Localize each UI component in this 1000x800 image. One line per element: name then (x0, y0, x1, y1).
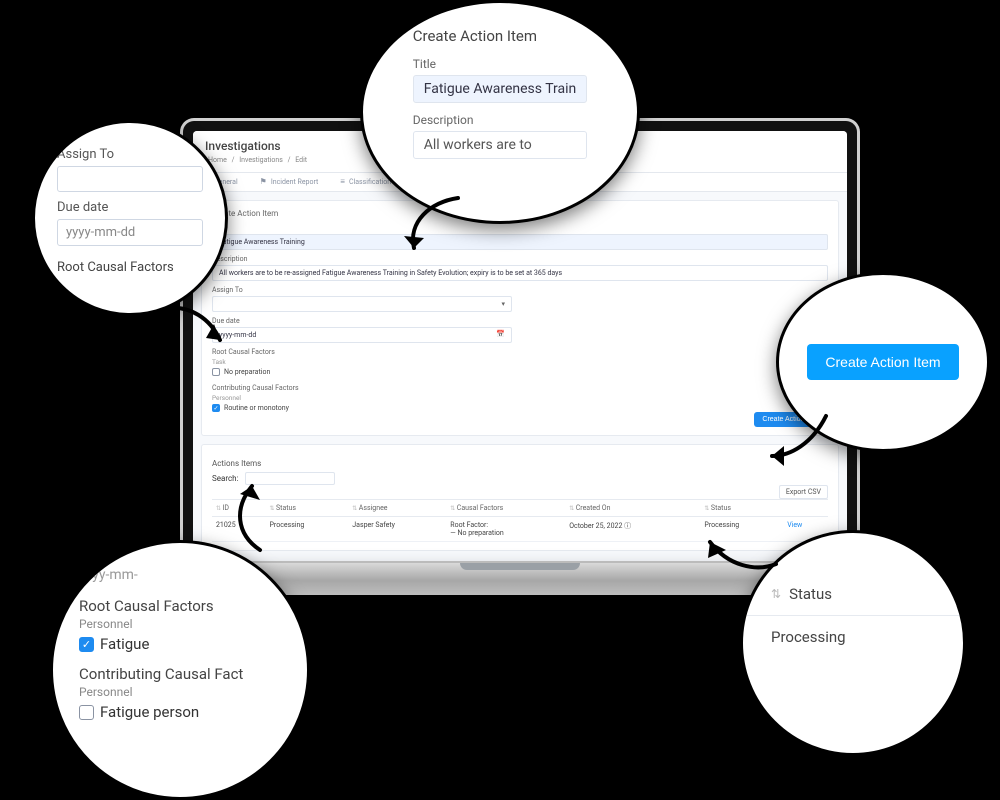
callout-status-header[interactable]: ⇅ Status (743, 573, 963, 615)
callout-title-label: Title (413, 57, 588, 71)
list-icon: ≡ (340, 178, 345, 186)
callout-factors-zoom: yyyy-mm- Root Causal Factors Personnel ✓… (50, 540, 310, 800)
due-date-input[interactable]: yyyy-mm-dd (212, 327, 512, 343)
checkbox-checked-icon: ✓ (79, 637, 94, 652)
create-action-item-panel: Create Action Item Title Fatigue Awarene… (201, 200, 839, 436)
checkbox-checked-icon: ✓ (212, 404, 220, 412)
col-id[interactable]: ID (212, 500, 266, 517)
callout-due-label: Due date (57, 200, 203, 215)
callout-contrib-header: Contributing Causal Fact (79, 665, 281, 683)
callout-fatigue-checkbox[interactable]: ✓ Fatigue (79, 635, 281, 653)
callout-assign-label: Assign To (57, 147, 203, 162)
callout-contrib-checkbox[interactable]: Fatigue person (79, 703, 281, 721)
checkbox-icon (212, 368, 220, 376)
contrib-causal-header: Contributing Causal Factors (212, 384, 512, 392)
col-created-on[interactable]: Created On (565, 500, 700, 517)
callout-root-header: Root Causal Factors (57, 260, 203, 275)
tab-incident-report[interactable]: ⚑Incident Report (260, 178, 319, 186)
contrib-factor-checkbox[interactable]: ✓ Routine or monotony (212, 404, 512, 412)
title-label: Title (212, 224, 828, 232)
flag-icon: ⚑ (260, 178, 267, 186)
root-factor-checkbox[interactable]: No preparation (212, 368, 512, 376)
search-input[interactable] (245, 472, 335, 485)
checkbox-icon (79, 705, 94, 720)
due-date-label: Due date (212, 317, 512, 325)
title-field[interactable]: Fatigue Awareness Training (212, 234, 828, 250)
callout-contrib-sub: Personnel (79, 685, 281, 699)
table-header-row: ID Status Assignee Causal Factors Create… (212, 500, 828, 517)
callout-panel-title: Create Action Item (413, 27, 588, 45)
col-assignee[interactable]: Assignee (348, 500, 446, 517)
callout-desc-label: Description (413, 113, 588, 127)
table-row: 21025 Processing Jasper Safety Root Fact… (212, 517, 828, 542)
search-label: Search: (212, 474, 239, 483)
export-csv-button[interactable]: Export CSV (779, 485, 828, 499)
col-status[interactable]: Status (266, 500, 349, 517)
action-items-list-panel: Actions Items Search: Export CSV ID Stat… (201, 444, 839, 551)
view-link[interactable]: View (787, 521, 802, 529)
callout-create-button[interactable]: Create Action Item (807, 344, 958, 380)
contrib-causal-sublabel: Personnel (212, 394, 512, 402)
tab-classification[interactable]: ≡Classification (340, 178, 391, 186)
sort-icon: ⇅ (771, 587, 781, 601)
callout-assign-zoom: Assign To Due date yyyy-mm-dd Root Causa… (32, 120, 228, 316)
root-causal-header: Root Causal Factors (212, 348, 512, 356)
callout-assign-input[interactable] (57, 166, 203, 192)
callout-date-trail: yyyy-mm- (79, 567, 281, 583)
callout-button-zoom: Create Action Item (776, 272, 990, 452)
col-status2[interactable]: Status (700, 500, 783, 517)
callout-desc-field[interactable]: All workers are to (413, 131, 588, 159)
action-items-table: ID Status Assignee Causal Factors Create… (212, 499, 828, 542)
assign-to-label: Assign To (212, 286, 512, 294)
assign-to-select[interactable] (212, 296, 512, 312)
callout-root-header2: Root Causal Factors (79, 597, 281, 615)
callout-status-zoom: ⇅ Status Processing (740, 530, 966, 756)
description-label: Description (212, 255, 828, 263)
callout-title-zoom: Create Action Item Title Fatigue Awarene… (360, 0, 640, 224)
callout-root-sub: Personnel (79, 617, 281, 631)
callout-title-field[interactable]: Fatigue Awareness Train (413, 75, 588, 103)
col-actions (783, 500, 828, 517)
col-causal-factors[interactable]: Causal Factors (446, 500, 565, 517)
callout-due-input[interactable]: yyyy-mm-dd (57, 219, 203, 246)
description-field[interactable]: All workers are to be re-assigned Fatigu… (212, 265, 828, 281)
root-causal-sublabel: Task (212, 358, 512, 366)
list-title: Actions Items (212, 459, 828, 468)
callout-status-value: Processing (743, 615, 963, 658)
